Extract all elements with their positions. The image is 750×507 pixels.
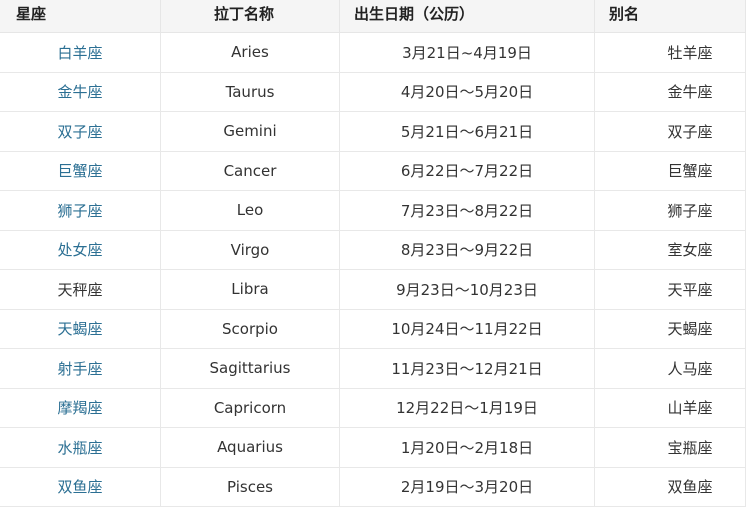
latin-name-cell: Gemini <box>160 111 340 152</box>
table-row: 双子座 Gemini 5月21日～6月21日 双子座 <box>0 111 746 152</box>
sign-name-cell[interactable]: 天蝎座 <box>0 308 161 349</box>
alias-cell: 室女座 <box>594 229 746 270</box>
zodiac-table: 星座 拉丁名称 出生日期（公历） 别名 白羊座 Aries 3月21日~4月19日牡… <box>0 0 746 507</box>
birth-dates-cell: 3月21日~4月19日 <box>339 32 595 73</box>
birth-dates-cell: 4月20日～5月20日 <box>339 71 595 112</box>
header-birth-dates: 出生日期（公历） <box>339 0 595 33</box>
latin-name-cell: Aries <box>160 32 340 73</box>
alias-cell: 天蝎座 <box>594 308 746 349</box>
sign-name-cell[interactable]: 巨蟹座 <box>0 150 161 191</box>
sign-name-cell: 天秤座 <box>0 269 161 310</box>
alias-cell: 牡羊座 <box>594 32 746 73</box>
birth-dates-cell: 12月22日～1月19日 <box>339 387 595 428</box>
table-row: 金牛座 Taurus 4月20日～5月20日 金牛座 <box>0 71 746 112</box>
table-row: 射手座 Sagittarius 11月23日～12月21日 人马座 <box>0 348 746 389</box>
table-row: 狮子座 Leo 7月23日～8月22日 狮子座 <box>0 190 746 231</box>
birth-dates-cell: 7月23日～8月22日 <box>339 190 595 231</box>
table-row: 双鱼座 Pisces 2月19日～3月20日 双鱼座 <box>0 466 746 507</box>
sign-name-cell[interactable]: 狮子座 <box>0 190 161 231</box>
birth-dates-cell: 9月23日～10月23日 <box>339 269 595 310</box>
sign-name-cell[interactable]: 射手座 <box>0 348 161 389</box>
birth-dates-cell: 8月23日～9月22日 <box>339 229 595 270</box>
table-row: 摩羯座 Capricorn 12月22日～1月19日 山羊座 <box>0 387 746 428</box>
table-row: 处女座 Virgo 8月23日～9月22日 室女座 <box>0 229 746 270</box>
sign-name-cell[interactable]: 金牛座 <box>0 71 161 112</box>
alias-cell: 双鱼座 <box>594 466 746 507</box>
table-row: 巨蟹座 Cancer 6月22日～7月22日 巨蟹座 <box>0 150 746 191</box>
sign-name-cell[interactable]: 双子座 <box>0 111 161 152</box>
latin-name-cell: Sagittarius <box>160 348 340 389</box>
latin-name-cell: Leo <box>160 190 340 231</box>
birth-dates-cell: 11月23日～12月21日 <box>339 348 595 389</box>
table-row: 白羊座 Aries 3月21日~4月19日 牡羊座 <box>0 32 746 73</box>
header-sign: 星座 <box>0 0 161 33</box>
table-row: 水瓶座 Aquarius 1月20日～2月18日 宝瓶座 <box>0 427 746 468</box>
header-alias: 别名 <box>594 0 746 33</box>
table-row: 天蝎座 Scorpio 10月24日～11月22日 天蝎座 <box>0 308 746 349</box>
sign-name-cell[interactable]: 摩羯座 <box>0 387 161 428</box>
alias-cell: 天平座 <box>594 269 746 310</box>
alias-cell: 人马座 <box>594 348 746 389</box>
latin-name-cell: Cancer <box>160 150 340 191</box>
alias-cell: 狮子座 <box>594 190 746 231</box>
sign-name-cell[interactable]: 水瓶座 <box>0 427 161 468</box>
birth-dates-cell: 2月19日～3月20日 <box>339 466 595 507</box>
sign-name-cell[interactable]: 处女座 <box>0 229 161 270</box>
birth-dates-cell: 1月20日～2月18日 <box>339 427 595 468</box>
header-latin-name: 拉丁名称 <box>160 0 340 33</box>
alias-cell: 巨蟹座 <box>594 150 746 191</box>
birth-dates-cell: 10月24日～11月22日 <box>339 308 595 349</box>
sign-name-cell[interactable]: 双鱼座 <box>0 466 161 507</box>
alias-cell: 金牛座 <box>594 71 746 112</box>
alias-cell: 宝瓶座 <box>594 427 746 468</box>
latin-name-cell: Taurus <box>160 71 340 112</box>
latin-name-cell: Virgo <box>160 229 340 270</box>
sign-name-cell[interactable]: 白羊座 <box>0 32 161 73</box>
birth-dates-cell: 6月22日～7月22日 <box>339 150 595 191</box>
table-header-row: 星座 拉丁名称 出生日期（公历） 别名 <box>0 0 746 33</box>
alias-cell: 山羊座 <box>594 387 746 428</box>
latin-name-cell: Pisces <box>160 466 340 507</box>
latin-name-cell: Libra <box>160 269 340 310</box>
alias-cell: 双子座 <box>594 111 746 152</box>
latin-name-cell: Scorpio <box>160 308 340 349</box>
table-row: 天秤座 Libra 9月23日～10月23日 天平座 <box>0 269 746 310</box>
latin-name-cell: Capricorn <box>160 387 340 428</box>
birth-dates-cell: 5月21日～6月21日 <box>339 111 595 152</box>
latin-name-cell: Aquarius <box>160 427 340 468</box>
